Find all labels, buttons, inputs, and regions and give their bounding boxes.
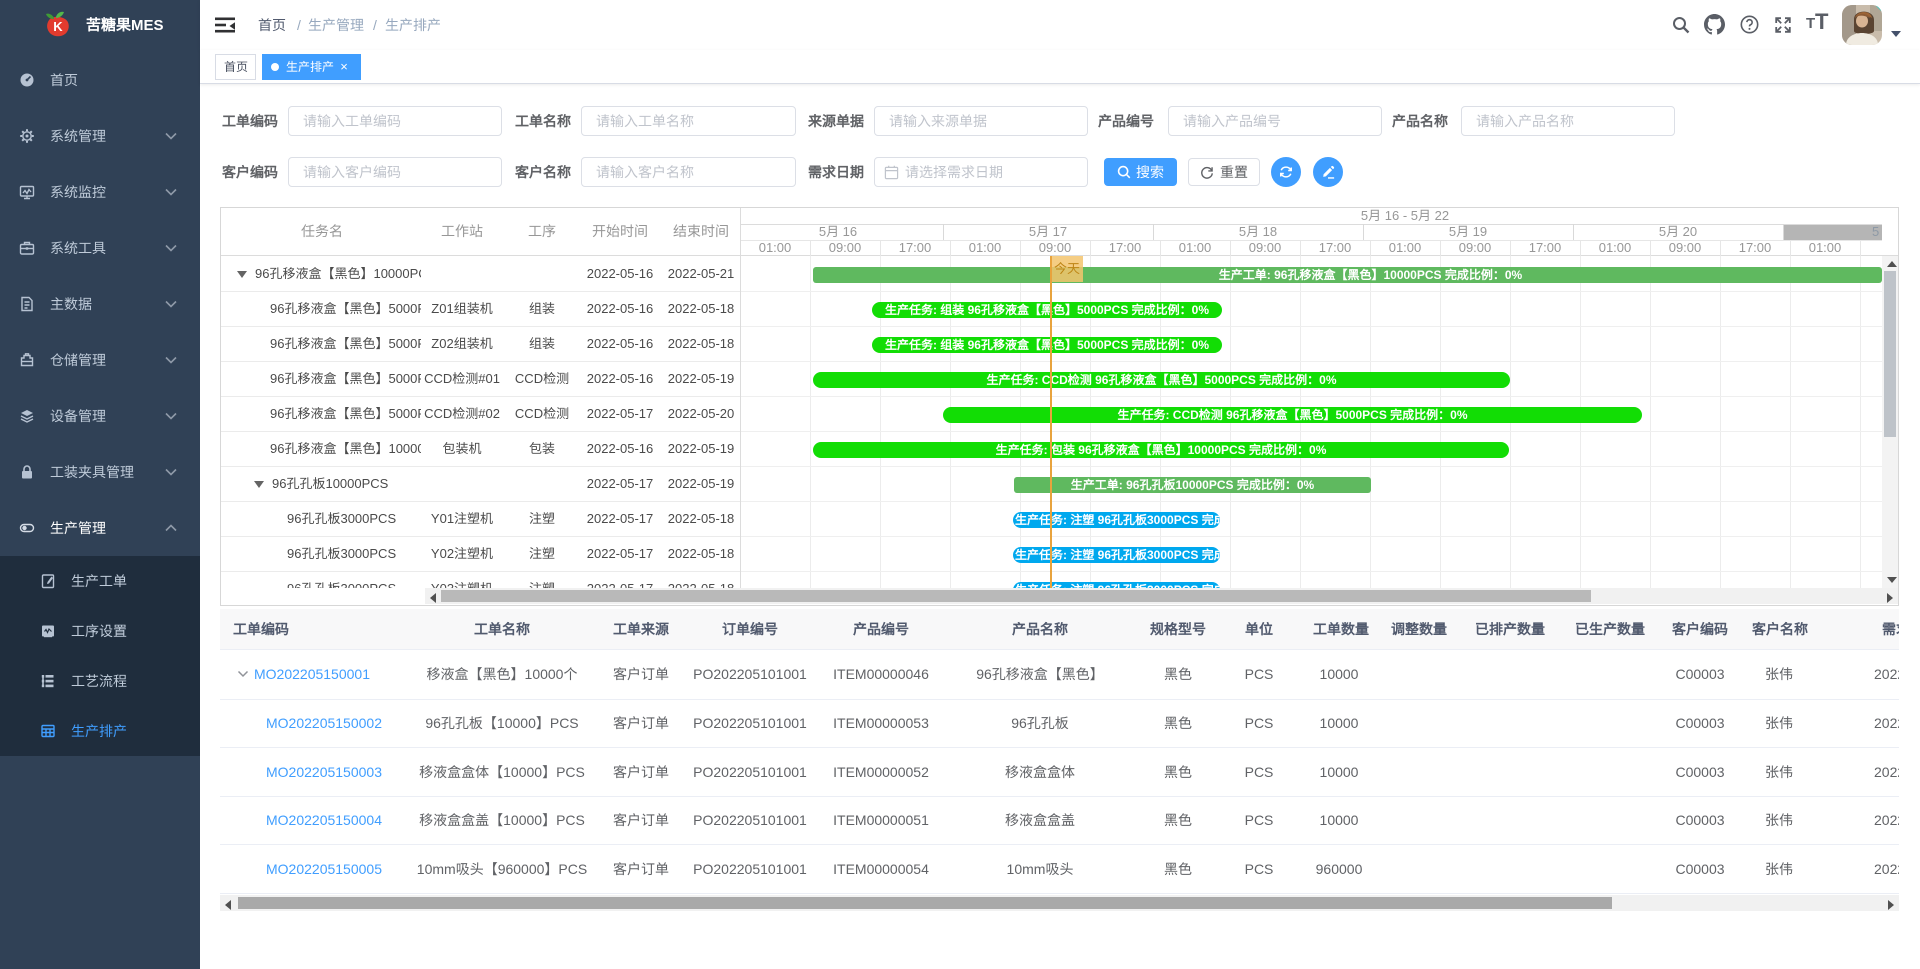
svg-text:K: K — [53, 19, 63, 34]
